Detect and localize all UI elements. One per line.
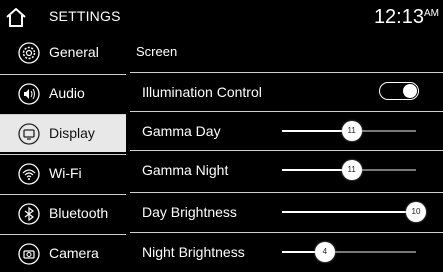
day-brightness-row: Day Brightness 10 xyxy=(130,192,443,230)
night-brightness-row: Night Brightness 4 xyxy=(130,232,443,270)
row-label: Night Brightness xyxy=(142,244,245,260)
slider-thumb[interactable]: 11 xyxy=(341,121,362,141)
sidebar-item-label: Audio xyxy=(49,85,85,101)
row-label: Gamma Day xyxy=(142,123,221,139)
home-icon[interactable] xyxy=(5,6,27,28)
sidebar-item-bluetooth[interactable]: Bluetooth xyxy=(0,194,126,232)
illumination-toggle[interactable] xyxy=(379,82,419,100)
gamma-day-row: Gamma Day 11 xyxy=(130,111,443,149)
sidebar-item-audio[interactable]: Audio xyxy=(0,74,126,112)
page-title: SETTINGS xyxy=(49,8,121,24)
day-brightness-slider[interactable]: 10 xyxy=(282,202,426,222)
sidebar-item-label: Wi-Fi xyxy=(49,165,82,181)
row-label: Day Brightness xyxy=(142,204,237,220)
row-label: Illumination Control xyxy=(142,84,262,100)
gamma-day-slider[interactable]: 11 xyxy=(282,121,416,141)
gamma-night-slider[interactable]: 11 xyxy=(282,160,416,180)
row-label: Gamma Night xyxy=(142,162,229,178)
sidebar-item-display[interactable]: Display xyxy=(0,114,126,152)
clock-ampm: AM xyxy=(424,8,439,19)
illumination-control-row: Illumination Control xyxy=(130,72,443,110)
sidebar-item-label: General xyxy=(49,44,99,60)
clock: 12:13AM xyxy=(374,6,439,29)
sidebar-item-camera[interactable]: Camera xyxy=(0,234,126,272)
sidebar-item-label: Bluetooth xyxy=(49,205,109,221)
slider-thumb[interactable]: 10 xyxy=(406,202,426,222)
sidebar: General Audio Display Wi-Fi Bluetooth Ca… xyxy=(0,34,126,270)
slider-fill xyxy=(282,211,416,213)
toggle-knob xyxy=(403,84,417,98)
gamma-night-row: Gamma Night 11 xyxy=(130,150,443,188)
clock-time: 12:13 xyxy=(373,6,424,28)
sidebar-item-label: Camera xyxy=(49,245,99,261)
display-icon xyxy=(18,123,40,145)
settings-panel: Screen Illumination Control Gamma Day 11… xyxy=(126,34,443,270)
camera-icon xyxy=(18,243,40,265)
speaker-icon xyxy=(18,83,40,105)
sidebar-item-general[interactable]: General xyxy=(0,34,126,72)
night-brightness-slider[interactable]: 4 xyxy=(282,242,416,262)
bluetooth-icon xyxy=(18,203,40,225)
slider-thumb[interactable]: 11 xyxy=(341,160,362,180)
sidebar-item-wifi[interactable]: Wi-Fi xyxy=(0,154,126,192)
wifi-icon xyxy=(18,163,40,185)
top-bar: SETTINGS 12:13AM xyxy=(0,0,443,36)
slider-thumb[interactable]: 4 xyxy=(314,242,335,262)
gear-icon xyxy=(18,42,40,64)
sidebar-item-label: Display xyxy=(49,125,95,141)
section-title: Screen xyxy=(136,44,178,59)
